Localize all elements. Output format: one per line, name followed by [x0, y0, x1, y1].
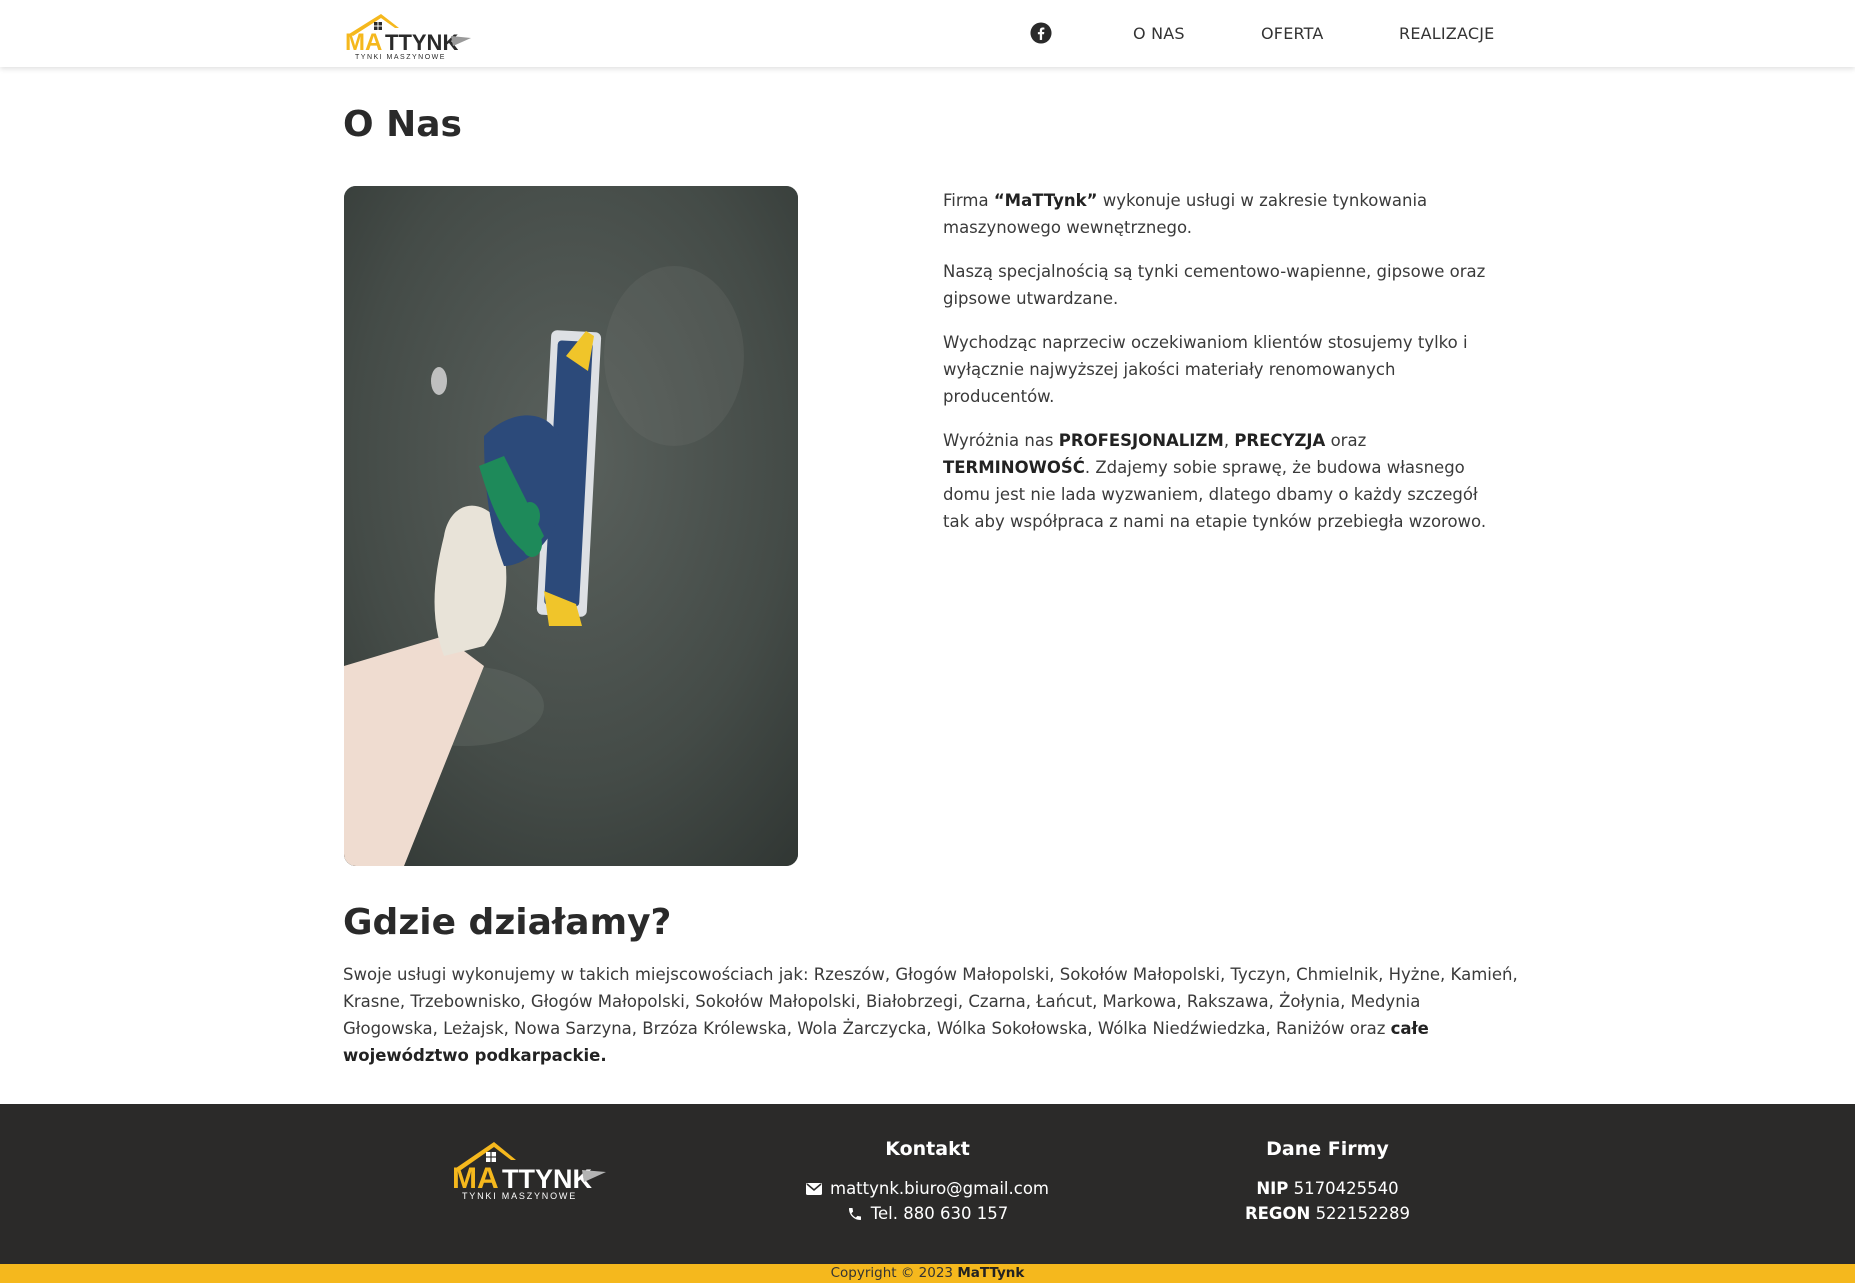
phone-line[interactable]: Tel. 880 630 157 — [760, 1201, 1095, 1226]
footer-company: Dane Firmy NIP 5170425540 REGON 52215228… — [1200, 1138, 1455, 1226]
footer-logo[interactable]: MA TTYNK TYNKI MASZYNOWE — [448, 1134, 608, 1201]
envelope-icon — [806, 1182, 822, 1195]
nav-oferta[interactable]: OFERTA — [1261, 24, 1324, 43]
about-paragraph-2: Naszą specjalnością są tynki cementowo-w… — [943, 262, 1486, 308]
email-line[interactable]: mattynk.biuro@gmail.com — [760, 1176, 1095, 1201]
footer-contact: Kontakt mattynk.biuro@gmail.com Tel. 880… — [760, 1138, 1095, 1226]
about-paragraph-4: Wyróżnia nas PROFESJONALIZM, PRECYZJA or… — [943, 431, 1487, 531]
about-paragraph-1: Firma “MaTTynk” wykonuje usługi w zakres… — [943, 191, 1428, 237]
where-title: Gdzie działamy? — [343, 902, 672, 943]
svg-text:TTYNK: TTYNK — [385, 30, 458, 55]
svg-text:TYNKI MASZYNOWE: TYNKI MASZYNOWE — [355, 54, 446, 60]
svg-text:TYNKI MASZYNOWE: TYNKI MASZYNOWE — [462, 1191, 577, 1200]
nav-realizacje[interactable]: REALIZACJE — [1399, 24, 1494, 43]
facebook-icon[interactable] — [1030, 22, 1052, 44]
svg-text:TTYNK: TTYNK — [502, 1164, 592, 1194]
company-title: Dane Firmy — [1266, 1138, 1389, 1160]
contact-title: Kontakt — [885, 1138, 970, 1160]
email-text[interactable]: mattynk.biuro@gmail.com — [830, 1176, 1049, 1201]
copyright-bar: Copyright © 2023 MaTTynk — [0, 1264, 1855, 1283]
about-paragraph-3: Wychodząc naprzeciw oczekiwaniom klientó… — [943, 333, 1468, 406]
nip-line: NIP 5170425540 — [1256, 1179, 1399, 1198]
page-title: O Nas — [343, 104, 462, 145]
site-header: MA TTYNK TYNKI MASZYNOWE O NAS OFERTA RE… — [0, 0, 1855, 67]
site-footer: MA TTYNK TYNKI MASZYNOWE Kontakt mattynk… — [0, 1104, 1855, 1264]
phone-icon — [848, 1207, 861, 1220]
about-description: Firma “MaTTynk” wykonuje usługi w zakres… — [943, 187, 1503, 552]
svg-text:MA: MA — [345, 29, 382, 56]
where-text: Swoje usługi wykonujemy w takich miejsco… — [343, 965, 1518, 1065]
regon-line: REGON 522152289 — [1244, 1204, 1411, 1223]
nav-o-nas[interactable]: O NAS — [1133, 24, 1185, 43]
logo-graphic: MA TTYNK TYNKI MASZYNOWE — [345, 14, 471, 61]
site-logo[interactable]: MA TTYNK TYNKI MASZYNOWE — [343, 8, 473, 61]
phone-text[interactable]: Tel. 880 630 157 — [871, 1201, 1008, 1226]
plastering-photo — [344, 186, 798, 866]
